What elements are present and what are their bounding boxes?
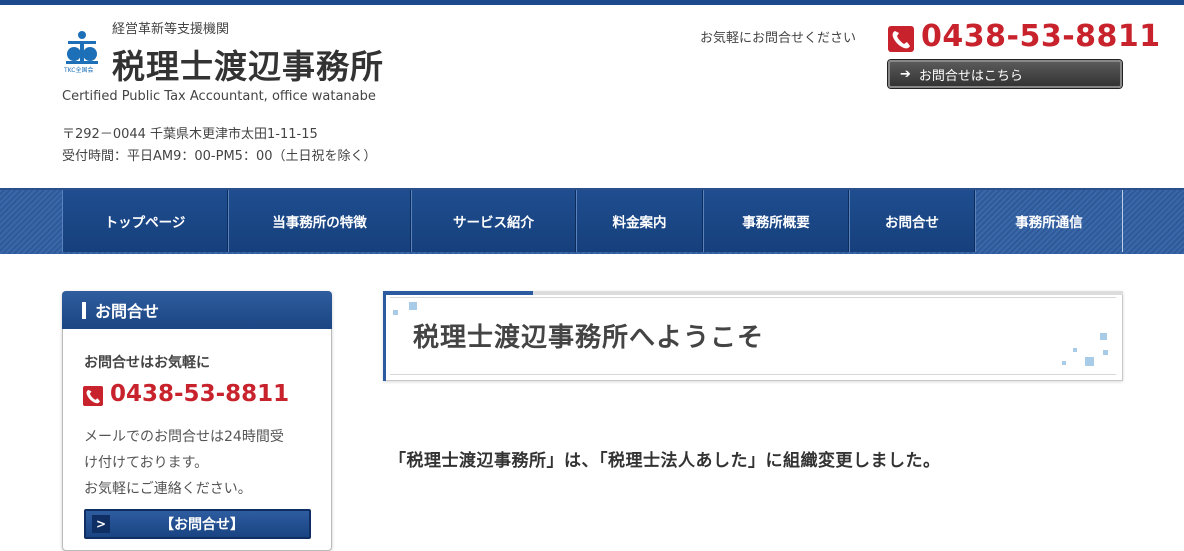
nav-item-features[interactable]: 当事務所の特徴 <box>228 190 411 252</box>
global-nav: トップページ 当事務所の特徴 サービス紹介 料金案内 事務所概要 お問合せ 事務… <box>62 190 1123 252</box>
sidebar-heading: お問合せ <box>62 291 332 329</box>
business-hours: 受付時間：平日AM9：00-PM5：00（土日祝を除く） <box>62 149 377 164</box>
sidebar-button-label: 【お問合せ】 <box>160 517 244 533</box>
desc-line: メールでのお問合せは24時間受 <box>84 429 284 445</box>
desc-line: お気軽にご連絡ください。 <box>84 481 252 497</box>
announcement-text: 「税理士渡辺事務所」は、「税理士法人あした」に組織変更しました。 <box>389 451 941 471</box>
welcome-title: 税理士渡辺事務所へようこそ <box>413 323 765 353</box>
decor-square <box>1085 357 1094 366</box>
contact-button[interactable]: ➔ お問合せはこちら <box>888 60 1122 88</box>
nav-item-contact[interactable]: お問合せ <box>849 190 975 252</box>
decor-square <box>409 302 417 310</box>
phone-icon <box>888 26 914 52</box>
sidebar-contact-button[interactable]: > 【お問合せ】 <box>84 509 311 539</box>
logo-icon[interactable]: TKC全国会 <box>64 30 100 76</box>
logo-label: TKC全国会 <box>64 67 94 74</box>
nav-label: サービス紹介 <box>453 215 534 231</box>
nav-label: 事務所通信 <box>1015 215 1083 231</box>
contact-prompt: お気軽にお問合せください <box>700 31 857 46</box>
decor-square <box>1103 350 1108 355</box>
nav-label: お問合せ <box>885 215 939 231</box>
nav-item-fees[interactable]: 料金案内 <box>576 190 703 252</box>
tagline: 経営革新等支援機関 <box>112 22 230 37</box>
site-title[interactable]: 税理士渡辺事務所 <box>112 40 384 88</box>
nav-label: 当事務所の特徴 <box>272 215 367 231</box>
decor-square <box>1062 361 1066 365</box>
decor-square <box>393 310 398 315</box>
contact-button-label: お問合せはこちら <box>918 68 1023 84</box>
address: 〒292－0044 千葉県木更津市太田1-11-15 <box>62 127 318 142</box>
accent-line <box>383 291 533 295</box>
nav-item-office[interactable]: 事務所概要 <box>703 190 849 252</box>
accent-line <box>383 291 386 381</box>
accent-line <box>533 291 1123 295</box>
chevron-right-icon: > <box>92 515 110 533</box>
nav-label: 事務所概要 <box>742 215 810 231</box>
nav-item-top[interactable]: トップページ <box>62 190 228 252</box>
phone-icon <box>83 386 103 406</box>
nav-label: トップページ <box>104 215 186 231</box>
nav-item-newsletter[interactable]: 事務所通信 <box>975 190 1123 252</box>
sidebar-phone-number[interactable]: 0438-53-8811 <box>110 381 289 407</box>
sidebar-subheading: お問合せはお気軽に <box>84 355 210 371</box>
sidebar-heading-label: お問合せ <box>95 302 160 321</box>
header-phone-number[interactable]: 0438-53-8811 <box>921 19 1161 54</box>
desc-line: け付けております。 <box>84 455 209 471</box>
arrow-right-icon: ➔ <box>900 66 911 82</box>
top-accent-bar <box>0 0 1184 5</box>
sidebar-description: メールでのお問合せは24時間受 け付けております。 お気軽にご連絡ください。 <box>84 424 320 502</box>
nav-label: 料金案内 <box>612 215 667 231</box>
nav-item-services[interactable]: サービス紹介 <box>411 190 576 252</box>
decor-square <box>1100 333 1107 340</box>
english-name: Certified Public Tax Accountant, office … <box>62 89 376 104</box>
decor-square <box>1073 348 1077 352</box>
heading-bar <box>82 301 86 319</box>
